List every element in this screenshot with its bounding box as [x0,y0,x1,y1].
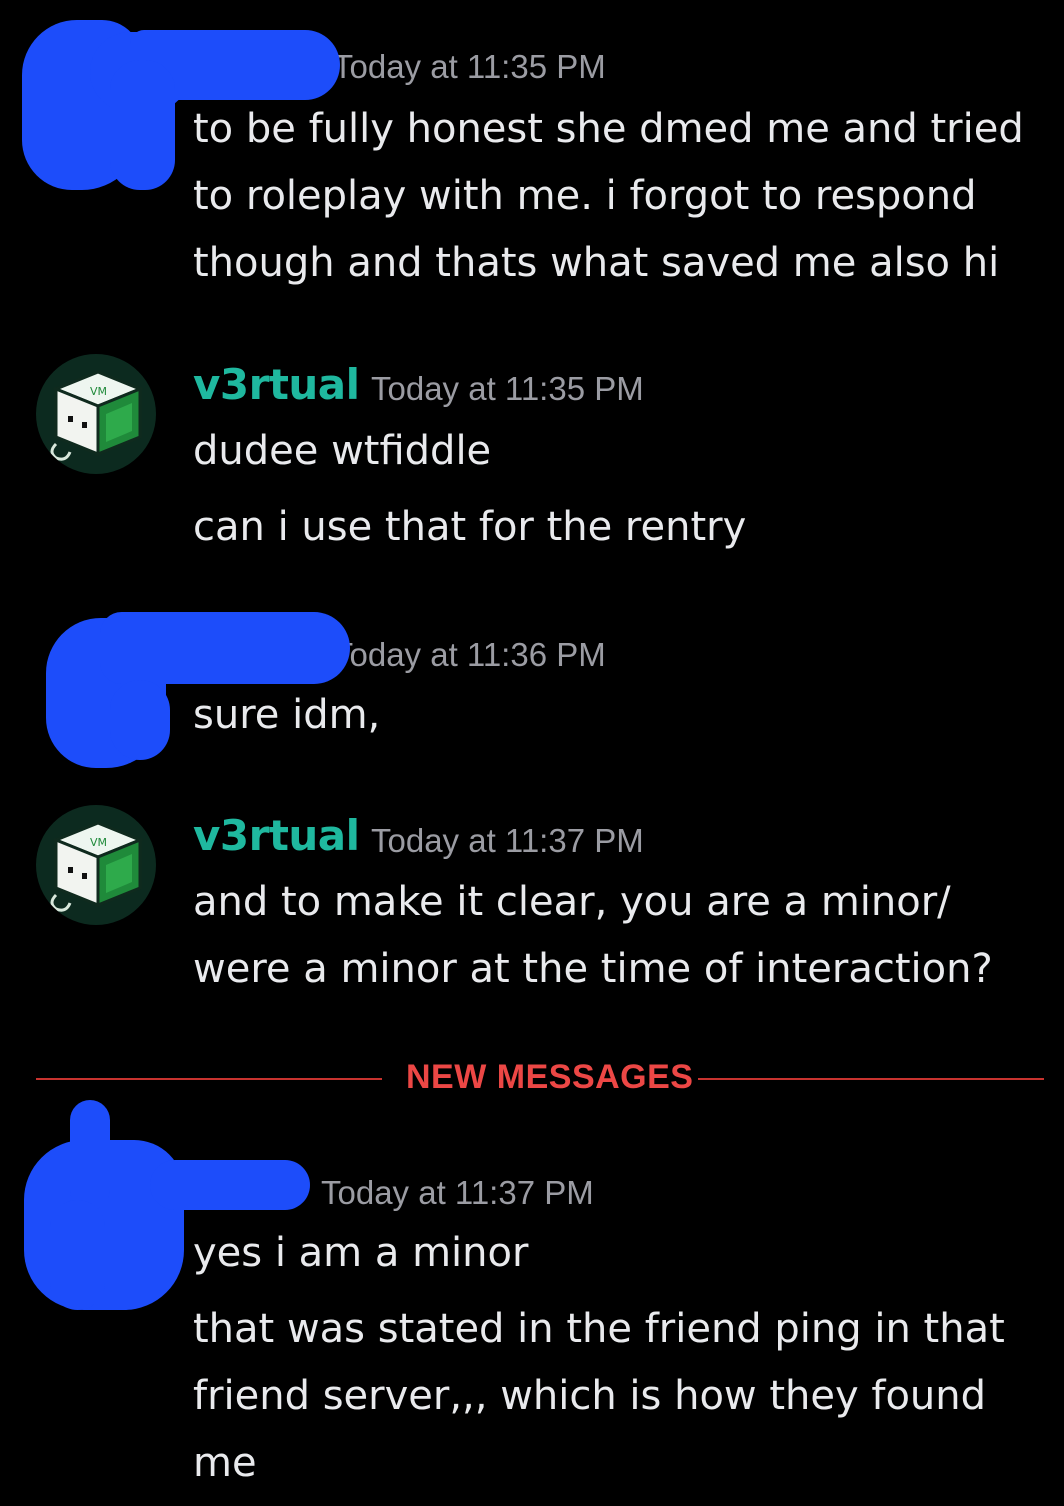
svg-text:VM: VM [90,836,107,849]
divider-line-right [698,1078,1044,1080]
message-text-line: and to make it clear, you are a minor/ [193,879,951,925]
author-name[interactable]: v3rtual [193,811,360,860]
message-text-line: that was stated in the friend ping in th… [193,1306,1005,1352]
message-timestamp: Today at 11:37 PM [371,822,644,859]
message-text-line: friend server,,, which is how they found [193,1373,987,1419]
author-name[interactable]: v3rtual [193,360,360,409]
message-timestamp: Today at 11:35 PM [371,370,644,407]
avatar[interactable]: VM [36,354,156,474]
message-text: yes i am a minor [193,1230,529,1276]
message-text: can i use that for the rentry [193,504,747,550]
message-text-line: to roleplay with me. i forgot to respond [193,173,977,219]
divider-line-left [36,1078,382,1080]
message-text-line: were a minor at the time of interaction? [193,946,993,992]
message-text: dudee wtfiddle [193,428,492,474]
message-text-line: me [193,1440,257,1486]
message-text-line: though and thats what saved me also hi [193,240,1000,286]
new-messages-label: NEW MESSAGES [406,1058,694,1096]
message-text: sure idm, [193,692,381,738]
avatar[interactable]: VM [36,805,156,925]
vm-cube-icon: VM [50,821,144,912]
message-timestamp: Today at 11:37 PM [321,1174,594,1211]
svg-text:VM: VM [90,385,107,398]
message-timestamp: Today at 11:36 PM [333,636,606,673]
message-timestamp: Today at 11:35 PM [333,48,606,85]
message-text-line: to be fully honest she dmed me and tried [193,106,1024,152]
vm-cube-icon: VM [50,370,144,461]
